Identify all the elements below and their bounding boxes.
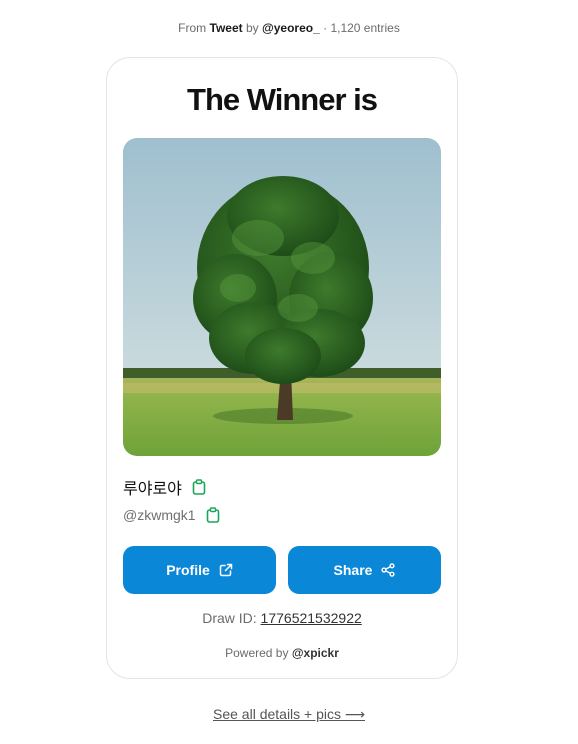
winner-handle-row: @zkwmgk1 <box>123 507 220 523</box>
source-by: by <box>245 21 259 35</box>
draw-id-link[interactable]: 1776521532922 <box>261 610 362 626</box>
source-entries: 1,120 entries <box>330 21 400 35</box>
see-details-row: See all details + pics ⟶ <box>0 706 578 723</box>
draw-id-row: Draw ID: 1776521532922 <box>107 610 457 626</box>
share-button[interactable]: Share <box>288 546 441 594</box>
winner-card: The Winner is 루야로야 @zkwmgk1 Profile Shar… <box>106 57 458 679</box>
copy-name-clipboard-icon[interactable] <box>192 479 206 495</box>
winner-photo <box>123 138 441 456</box>
card-title: The Winner is <box>187 82 378 117</box>
share-button-label: Share <box>333 562 373 578</box>
source-line: From Tweet by @yeoreo_ · 1,120 entries <box>0 21 578 35</box>
winner-handle: @zkwmgk1 <box>123 507 196 523</box>
winner-name-row: 루야로야 <box>123 475 206 499</box>
external-link-icon <box>219 563 233 577</box>
tree-image <box>123 138 441 456</box>
profile-button[interactable]: Profile <box>123 546 276 594</box>
powered-by-prefix: Powered by <box>225 646 289 660</box>
draw-id-label: Draw ID: <box>202 610 257 626</box>
powered-by: Powered by @xpickr <box>107 646 457 660</box>
source-separator: · <box>323 21 328 35</box>
share-icon <box>381 563 396 577</box>
winner-name: 루야로야 <box>123 479 182 498</box>
source-author[interactable]: @yeoreo_ <box>262 21 320 35</box>
copy-handle-clipboard-icon[interactable] <box>206 507 220 523</box>
source-prefix: From <box>178 21 207 35</box>
source-platform[interactable]: Tweet <box>210 21 243 35</box>
powered-by-brand[interactable]: @xpickr <box>292 646 339 660</box>
see-all-details-link[interactable]: See all details + pics ⟶ <box>213 706 365 722</box>
profile-button-label: Profile <box>166 562 210 578</box>
